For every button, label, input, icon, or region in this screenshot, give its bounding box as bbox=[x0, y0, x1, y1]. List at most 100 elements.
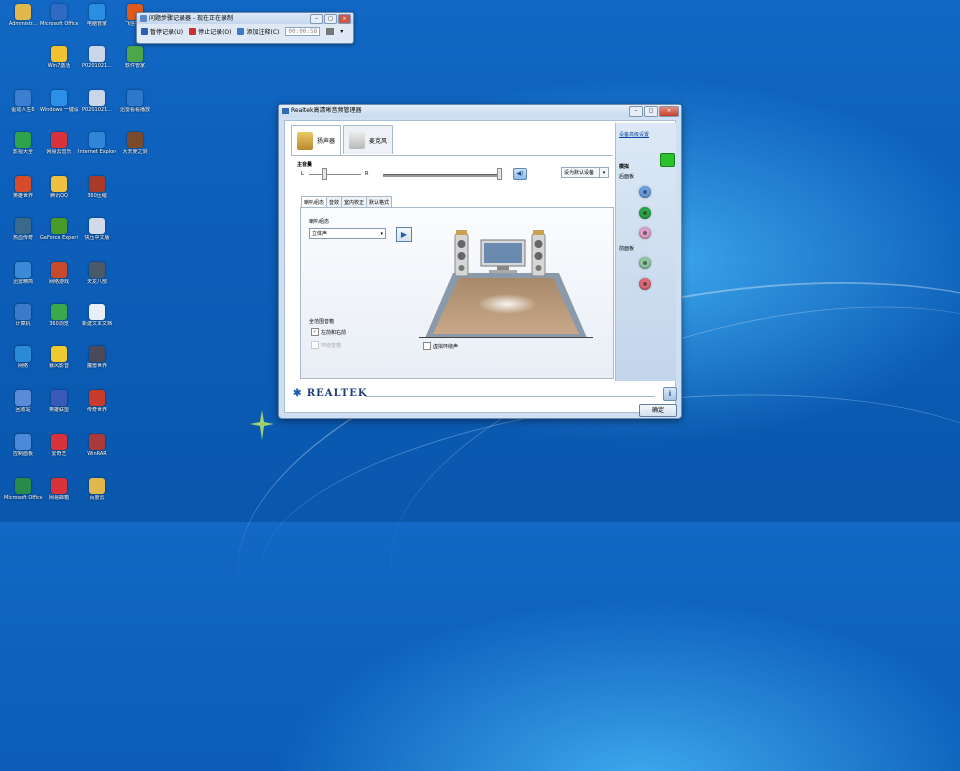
desktop-icon[interactable]: 电脑管家 bbox=[78, 4, 116, 27]
desktop-app-icon bbox=[51, 46, 67, 62]
ok-button[interactable]: 确定 bbox=[639, 404, 677, 417]
jack-line-out[interactable] bbox=[639, 186, 651, 198]
tab-speaker[interactable]: 扬声器 bbox=[291, 125, 342, 155]
desktop-icon[interactable]: GeForce Experience bbox=[40, 218, 78, 241]
desktop-icon[interactable]: P0201021... bbox=[78, 46, 116, 69]
settings-icon[interactable] bbox=[326, 28, 335, 35]
info-button[interactable]: i bbox=[663, 387, 677, 401]
stop-record-button[interactable]: 停止记录(O) bbox=[189, 27, 231, 36]
front-lr-checkbox-row[interactable]: ✓ 左前和右前 bbox=[311, 328, 346, 336]
minimize-button[interactable]: ‒ bbox=[629, 106, 643, 117]
desktop-icon[interactable]: 魔兽世界 bbox=[78, 346, 116, 369]
close-button[interactable]: × bbox=[338, 14, 351, 24]
volume-slider-track[interactable] bbox=[383, 174, 501, 177]
desktop-icon[interactable]: 迅雷精简 bbox=[4, 262, 42, 285]
desktop-app-icon bbox=[51, 390, 67, 406]
desktop-icon[interactable]: WinRAR bbox=[78, 434, 116, 457]
jack-front-green[interactable] bbox=[639, 257, 651, 269]
desktop-app-icon bbox=[89, 218, 105, 234]
jack-front-pink[interactable] bbox=[639, 278, 651, 290]
desktop-icon[interactable]: Win7激活 bbox=[40, 46, 78, 69]
desktop-app-icon bbox=[51, 478, 67, 494]
desktop-icon[interactable]: Administr... bbox=[4, 4, 42, 27]
front-lr-checkbox[interactable]: ✓ bbox=[311, 328, 319, 336]
balance-slider-track[interactable] bbox=[309, 174, 361, 175]
desktop-icon[interactable]: 迅雷看看播放 bbox=[116, 90, 154, 113]
desktop-icon[interactable]: 新建文本文档 bbox=[78, 304, 116, 327]
desktop-icon[interactable]: 影视大全 bbox=[4, 132, 42, 155]
desktop-app-icon bbox=[15, 262, 31, 278]
speaker-config-select[interactable]: 立体声 ▾ bbox=[309, 228, 386, 239]
desktop-icon[interactable]: 软件管家 bbox=[116, 46, 154, 69]
desktop-icon[interactable]: 网易邮箱 bbox=[40, 478, 78, 501]
steps-recorder-titlebar[interactable]: 问题步骤记录器 - 现在正在录制 ‒ □ × bbox=[137, 13, 353, 24]
right-speaker-icon bbox=[531, 230, 546, 277]
desktop-app-icon bbox=[51, 434, 67, 450]
desktop-icon[interactable]: 360压缩 bbox=[78, 176, 116, 199]
desktop-icon[interactable]: 英雄联盟 bbox=[40, 390, 78, 413]
desktop-icon[interactable]: 腾讯QQ bbox=[40, 176, 78, 199]
desktop-app-icon bbox=[51, 176, 67, 192]
desktop-app-icon bbox=[15, 132, 31, 148]
virtual-surround-checkbox[interactable] bbox=[423, 342, 431, 350]
maximize-button[interactable]: □ bbox=[644, 106, 658, 117]
desktop-icon[interactable]: 计算机 bbox=[4, 304, 42, 327]
desktop-icon[interactable]: 百度云 bbox=[78, 478, 116, 501]
desktop-icon[interactable]: Microsoft Office W... bbox=[40, 4, 78, 27]
desktop-icon[interactable]: P0201021... bbox=[78, 90, 116, 113]
virtual-surround-checkbox-row[interactable]: 虚拟环绕声 bbox=[423, 342, 458, 350]
realtek-brand-text: REALTEK bbox=[306, 388, 368, 399]
desktop-icon-label: 360压缩 bbox=[87, 193, 107, 199]
balance-slider-thumb[interactable] bbox=[322, 168, 327, 180]
tab-microphone[interactable]: 麦克风 bbox=[343, 125, 394, 154]
desktop-icon[interactable]: 控制面板 bbox=[4, 434, 42, 457]
desktop-icon[interactable]: 暴风影音 bbox=[40, 346, 78, 369]
test-play-button[interactable]: ▶ bbox=[396, 227, 412, 242]
desktop-icon[interactable]: Windows 一键设置 bbox=[40, 90, 78, 113]
jack-line-out-green[interactable] bbox=[639, 207, 651, 219]
chevron-down-icon: ▾ bbox=[380, 231, 383, 237]
maximize-button[interactable]: □ bbox=[324, 14, 337, 24]
desktop-icon[interactable]: 驱动人生6 bbox=[4, 90, 42, 113]
desktop-app-icon bbox=[89, 132, 105, 148]
desktop-icon[interactable]: 网易云音乐 bbox=[40, 132, 78, 155]
desktop-icon[interactable]: 爱奇艺 bbox=[40, 434, 78, 457]
help-dropdown-icon[interactable]: ▾ bbox=[340, 28, 343, 35]
desktop-icon-label: 计算机 bbox=[15, 321, 31, 327]
desktop-app-icon bbox=[89, 434, 105, 450]
logo-divider bbox=[365, 396, 655, 397]
desktop-app-icon bbox=[51, 346, 67, 362]
desktop-icon-label: 快压中文版 bbox=[84, 235, 110, 241]
advanced-settings-link[interactable]: 设备高级设置 bbox=[619, 131, 649, 138]
desktop-icon[interactable]: 天龙八部 bbox=[78, 262, 116, 285]
jack-mic-pink[interactable] bbox=[639, 227, 651, 239]
realtek-titlebar[interactable]: Realtek高清晰音频管理器 ‒ □ × bbox=[279, 105, 681, 117]
minimize-button[interactable]: ‒ bbox=[310, 14, 323, 24]
connector-settings-button[interactable] bbox=[660, 153, 675, 167]
desktop-icon[interactable]: 传奇世界 bbox=[78, 390, 116, 413]
desktop-icon-label: 传奇世界 bbox=[86, 407, 107, 413]
desktop-icon-label: Administr... bbox=[8, 21, 38, 27]
desktop-icon[interactable]: 360浏览 bbox=[40, 304, 78, 327]
front-panel-label: 前面板 bbox=[619, 246, 635, 252]
desktop-icon[interactable]: Microsoft Office Ex... bbox=[4, 478, 42, 501]
desktop-app-icon bbox=[15, 90, 31, 106]
desktop-icon[interactable]: 快压中文版 bbox=[78, 218, 116, 241]
desktop-icon[interactable]: 英雄世界 bbox=[4, 176, 42, 199]
desktop-app-icon bbox=[51, 90, 67, 106]
chevron-down-icon: ▾ bbox=[599, 168, 608, 177]
desktop-app-icon bbox=[15, 390, 31, 406]
close-button[interactable]: × bbox=[659, 106, 679, 117]
desktop-icon[interactable]: 热血传奇 bbox=[4, 218, 42, 241]
desktop-icon[interactable]: Internet Explorer bbox=[78, 132, 116, 155]
pause-record-button[interactable]: 暂停记录(U) bbox=[141, 27, 183, 36]
desktop-icon[interactable]: 网络游戏 bbox=[40, 262, 78, 285]
mute-button[interactable]: ◀) bbox=[513, 168, 527, 180]
add-comment-button[interactable]: 添加注释(C) bbox=[237, 27, 279, 36]
desktop-icon-label: Windows 一键设置 bbox=[40, 107, 78, 113]
volume-slider-thumb[interactable] bbox=[497, 168, 502, 180]
desktop-icon[interactable]: 网络 bbox=[4, 346, 42, 369]
desktop-icon[interactable]: 回收站 bbox=[4, 390, 42, 413]
set-default-device-dropdown[interactable]: 设为默认设备 ▾ bbox=[561, 167, 609, 178]
desktop-icon[interactable]: 大天使之剑 bbox=[116, 132, 154, 155]
